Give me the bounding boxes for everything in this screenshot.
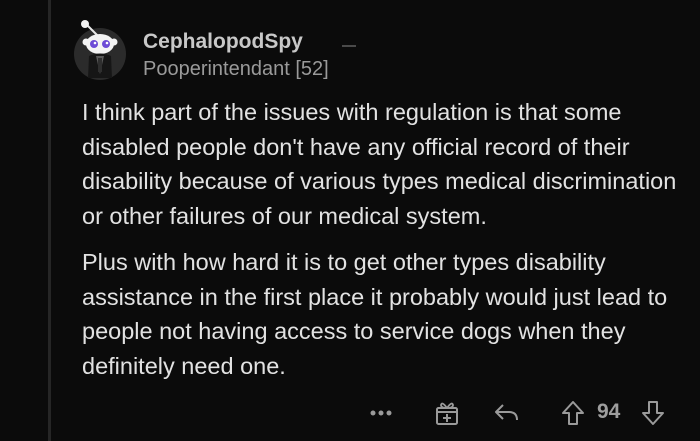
reply-icon [495,404,518,421]
user-flair: Pooperintendant [52] [143,58,329,80]
separator-dash [342,45,356,47]
award-button[interactable] [430,396,464,430]
comment-paragraph-2: Plus with how hard it is to get other ty… [82,249,668,379]
thread-line[interactable] [48,0,51,441]
comment-actions: 94 [360,396,680,430]
username[interactable]: CephalopodSpy [143,30,303,54]
upvote-arrow-icon [562,401,584,425]
award-icon [436,402,458,425]
reply-button[interactable] [490,396,524,430]
more-options-button[interactable] [364,396,398,430]
more-options-icon [370,410,392,416]
upvote-button[interactable] [556,396,590,430]
snoo-avatar-icon [74,20,126,80]
avatar[interactable] [72,18,128,82]
comment-body: I think part of the issues with regulati… [82,95,682,395]
comment-paragraph-1: I think part of the issues with regulati… [82,99,677,229]
downvote-arrow-icon [642,401,664,425]
downvote-button[interactable] [636,396,670,430]
score-count: 94 [597,400,621,423]
